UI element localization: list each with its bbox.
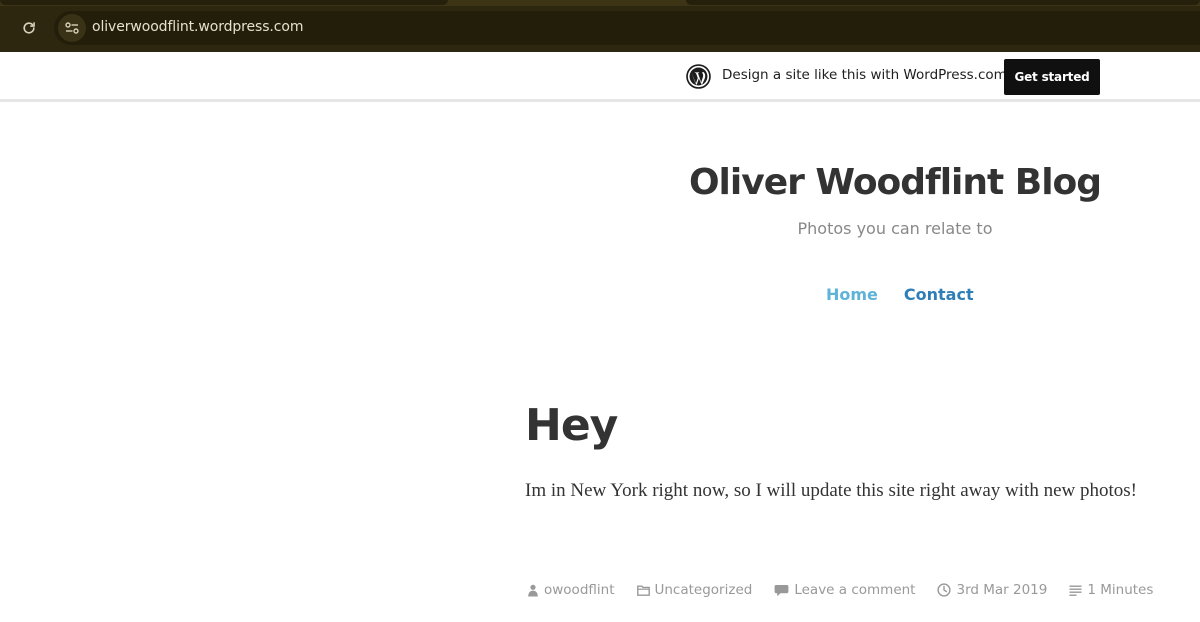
site-info-button[interactable] — [58, 14, 86, 42]
browser-tab[interactable] — [686, 0, 1200, 5]
reload-button[interactable] — [16, 15, 42, 41]
author-link[interactable]: owoodflint — [544, 582, 615, 598]
date-link[interactable]: 3rd Mar 2019 — [956, 582, 1047, 598]
wordpress-promo-banner: Design a site like this with WordPress.c… — [0, 52, 1200, 102]
reload-icon — [23, 22, 35, 34]
post-title[interactable]: Hey — [525, 400, 618, 451]
tab-strip — [0, 0, 1200, 6]
site-title[interactable]: Oliver Woodflint Blog — [600, 162, 1190, 203]
main-navigation: Home Contact — [826, 285, 974, 304]
text-lines-icon — [1069, 585, 1082, 596]
wordpress-logo-icon[interactable] — [686, 64, 711, 89]
get-started-button[interactable]: Get started — [1004, 59, 1100, 95]
url-text[interactable]: oliverwoodflint.wordpress.com — [92, 19, 303, 35]
comment-icon — [774, 584, 789, 597]
post-content: Im in New York right now, so I will upda… — [525, 480, 1137, 501]
nav-item-home[interactable]: Home — [826, 285, 878, 304]
post-reading-time: 1 Minutes — [1069, 582, 1153, 598]
post-date: 3rd Mar 2019 — [937, 582, 1047, 598]
site-settings-icon — [65, 22, 79, 34]
person-icon — [527, 584, 539, 597]
post-category: Uncategorized — [636, 582, 753, 598]
comment-link[interactable]: Leave a comment — [794, 582, 915, 598]
post-meta: owoodflint Uncategorized Leave a comment… — [527, 582, 1175, 598]
browser-tab[interactable] — [0, 0, 448, 5]
reading-time-text: 1 Minutes — [1087, 582, 1154, 598]
post-comments: Leave a comment — [774, 582, 915, 598]
browser-toolbar: oliverwoodflint.wordpress.com — [0, 0, 1200, 52]
category-link[interactable]: Uncategorized — [655, 582, 753, 598]
folder-icon — [636, 585, 650, 596]
address-bar[interactable]: oliverwoodflint.wordpress.com — [54, 11, 1200, 45]
site-tagline: Photos you can relate to — [797, 219, 993, 238]
post-author: owoodflint — [527, 582, 615, 598]
clock-icon — [937, 583, 952, 597]
nav-item-contact[interactable]: Contact — [904, 285, 974, 304]
banner-text[interactable]: Design a site like this with WordPress.c… — [722, 67, 1007, 83]
